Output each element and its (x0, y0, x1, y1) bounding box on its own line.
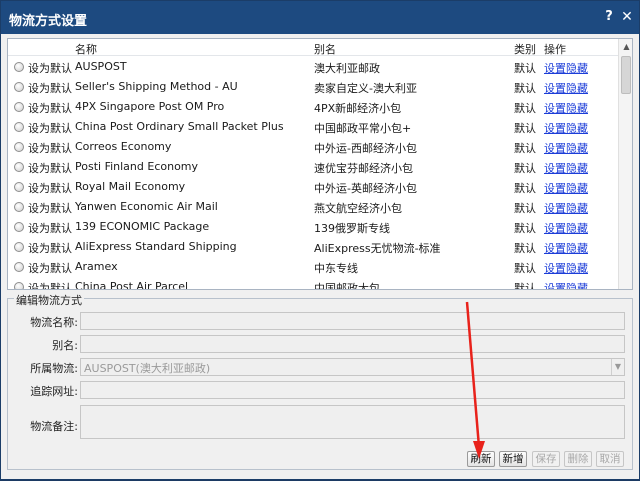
annotation-arrow-shaft (465, 301, 481, 448)
logistics-settings-window: 物流方式设置 ? ✕ 名称 别名 类别 操作 设为默认 AUSPOST 澳大利亚… (0, 0, 640, 480)
annotation-arrow-head (473, 441, 485, 459)
annotation-arrow (465, 301, 485, 459)
